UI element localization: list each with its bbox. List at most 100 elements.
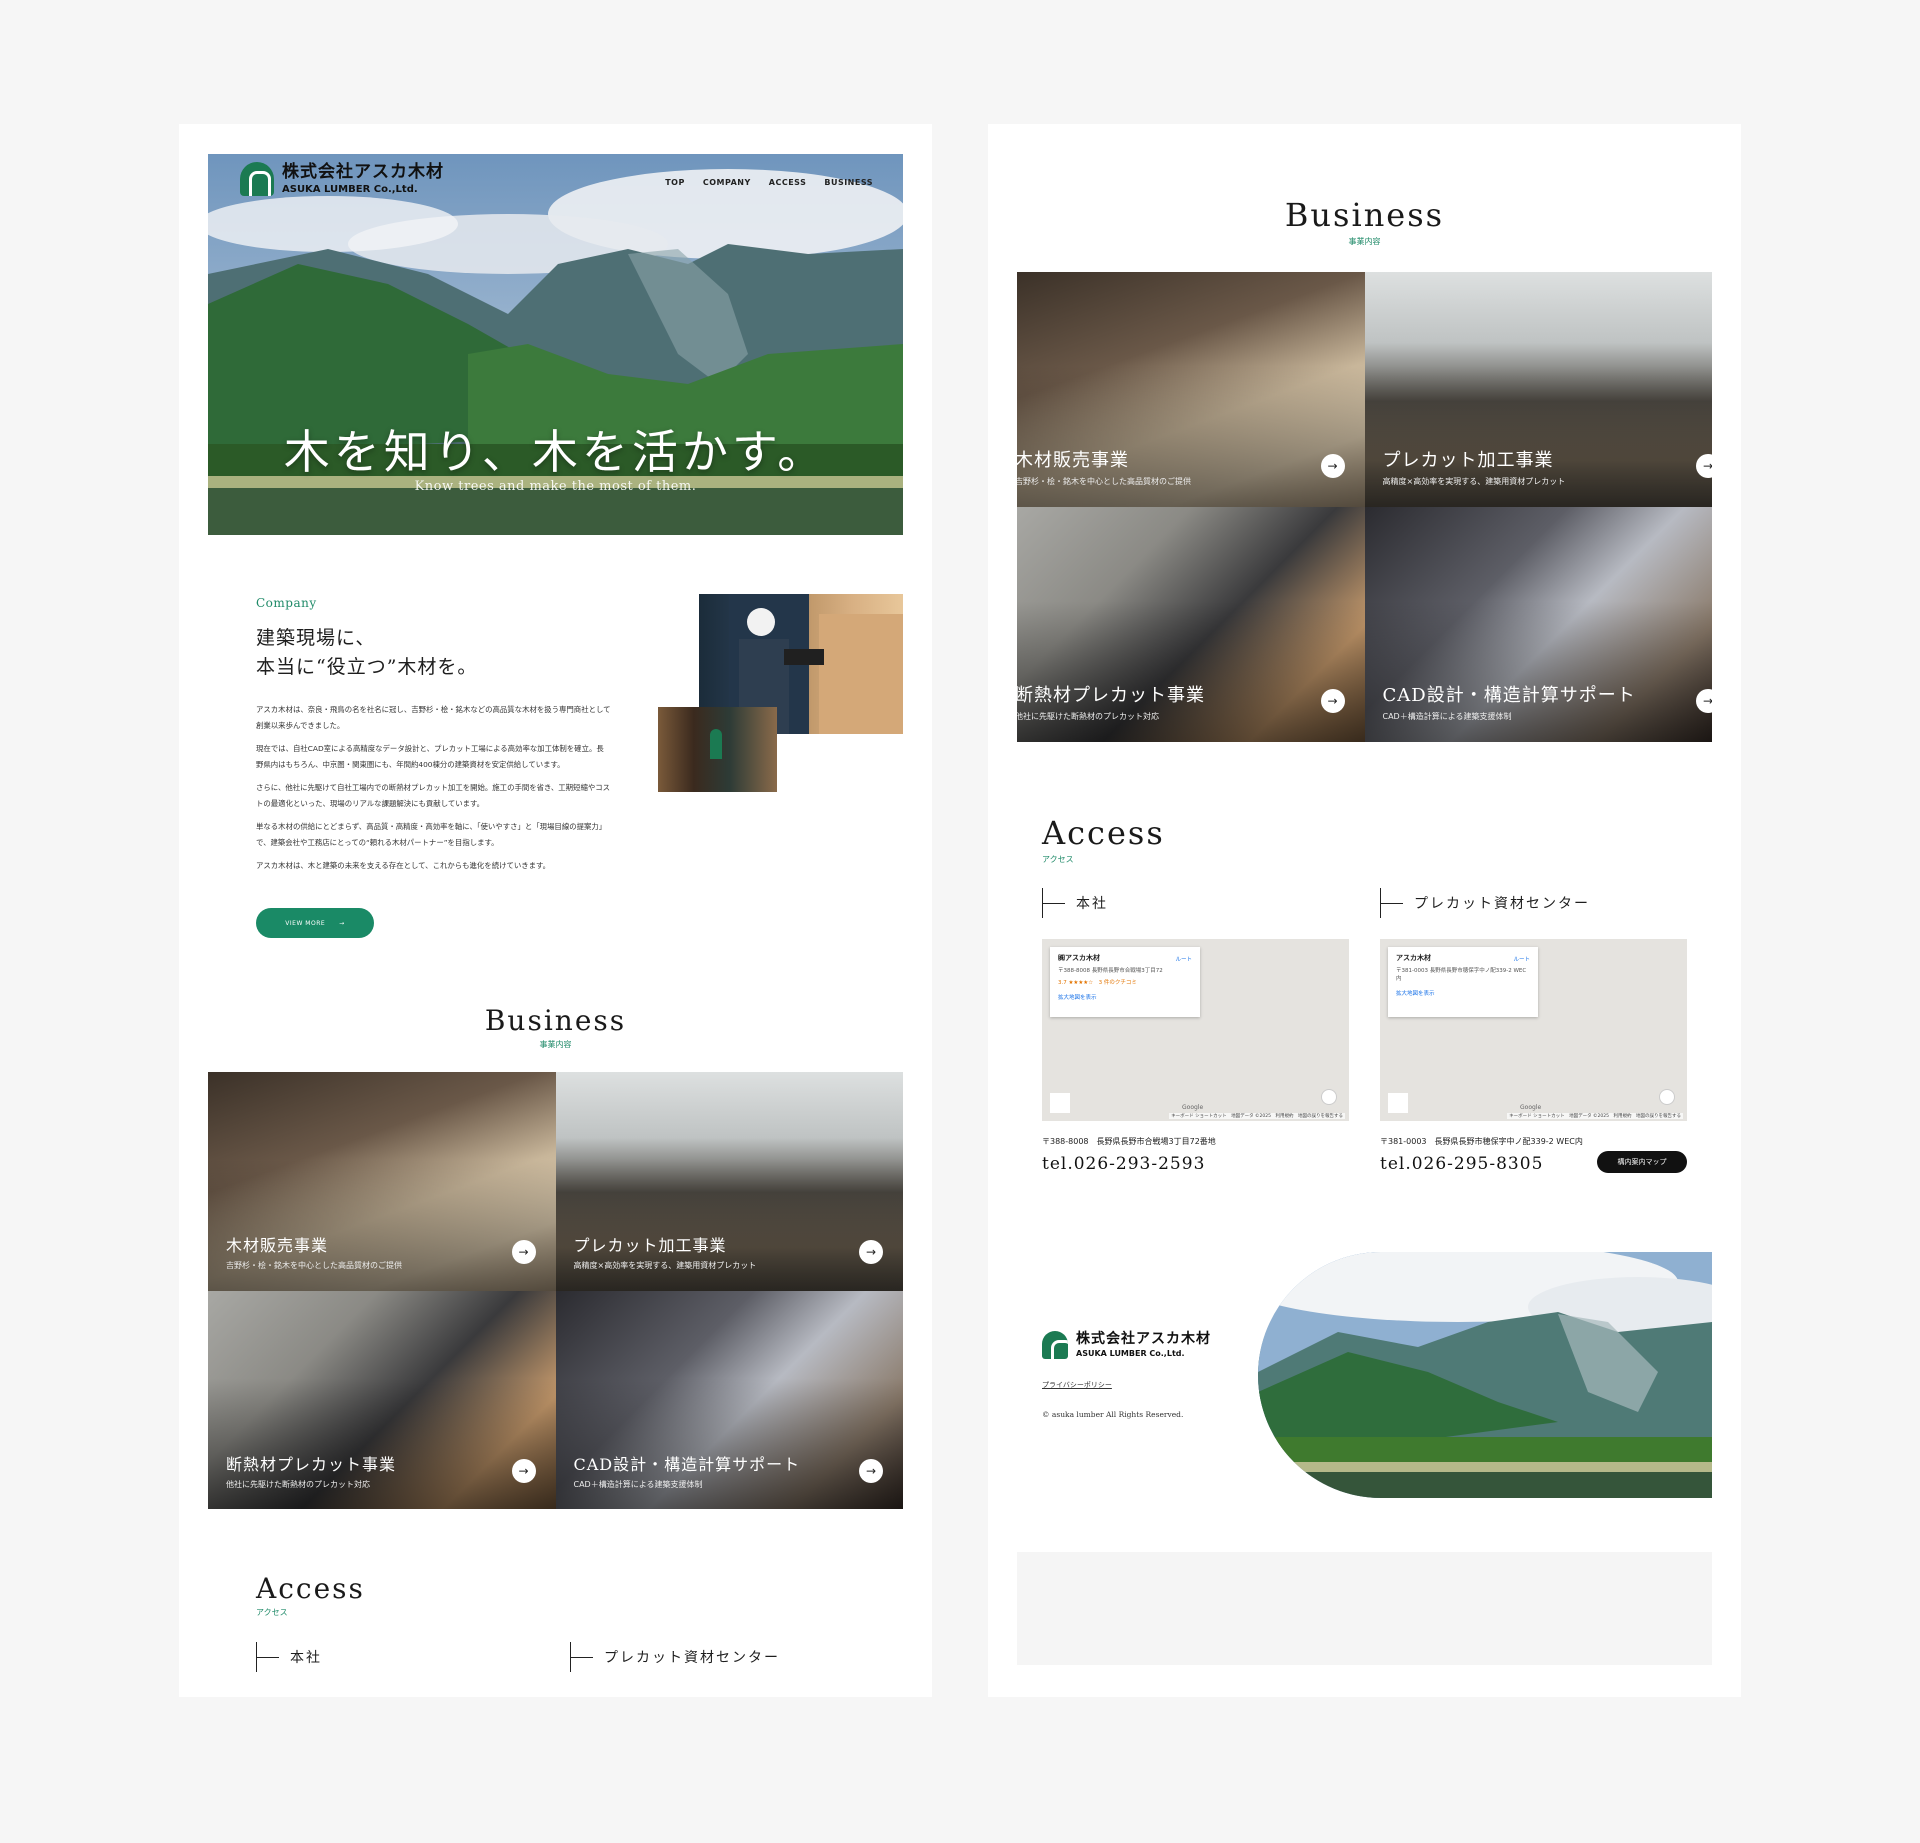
map-precut-center[interactable]: アスカ木材 〒381-0003 長野県長野市穂保字中ノ配339-2 WEC内 拡… — [1380, 939, 1687, 1121]
business-subtitle: 事業内容 — [1348, 237, 1381, 246]
tile-desc: CAD＋構造計算による建築支援体制 — [573, 1479, 703, 1489]
map-place-rating: 3.7 ★★★★☆ 3 件のクチコミ — [1058, 980, 1137, 986]
nav-item-business[interactable]: BUSINESS — [824, 178, 873, 187]
arrow-right-icon[interactable]: → — [1320, 689, 1345, 713]
branch-name: プレカット資材センター — [604, 1650, 780, 1666]
arrow-right-icon[interactable]: → — [1320, 454, 1345, 478]
company-body: アスカ木材は、奈良・飛鳥の名を社名に冠し、吉野杉・桧・銘木などの高品質な木材を扱… — [256, 702, 611, 881]
tile-title: CAD設計・構造計算サポート — [573, 1454, 801, 1474]
tile-title: 木材販売事業 — [226, 1236, 329, 1255]
branch-bracket-icon — [570, 1642, 594, 1672]
company-paragraph: さらに、他社に先駆けて自社工場内での断熱材プレカット加工を開始。施工の手間を省き… — [256, 783, 611, 808]
company-label: Company — [256, 596, 317, 610]
company-paragraph: アスカ木材は、奈良・飛鳥の名を社名に冠し、吉野杉・桧・銘木などの高品質な木材を扱… — [256, 705, 611, 730]
map-route-link[interactable]: ルート — [1513, 955, 1530, 963]
precut-center-tel[interactable]: tel.026-295-8305 — [1380, 1154, 1543, 1174]
hero-section: 株式会社アスカ木材 ASUKA LUMBER Co.,Ltd. TOP COMP… — [208, 154, 903, 535]
hero-title: 木を知り、木を活かす。 — [283, 425, 828, 479]
tile-title: 断熱材プレカット事業 — [226, 1454, 397, 1474]
business-tile-insulation[interactable]: 断熱材プレカット事業 他社に先駆けた断熱材のプレカット対応 → — [208, 1290, 556, 1509]
map-info-card: ㈱アスカ木材 〒388-8008 長野県長野市合戦場3丁目72 3.7 ★★★★… — [1050, 947, 1200, 1017]
map-google-logo: Google — [1520, 1104, 1542, 1111]
head-office-tel[interactable]: tel.026-293-2593 — [1042, 1154, 1205, 1174]
map-info-card: アスカ木材 〒381-0003 長野県長野市穂保字中ノ配339-2 WEC内 拡… — [1388, 947, 1538, 1017]
map-route-link[interactable]: ルート — [1175, 955, 1192, 963]
branch-bracket-icon — [256, 1642, 280, 1672]
map-attribution: キーボード ショートカット 地図データ ©2025 利用規約 地図の誤りを報告す… — [1507, 1113, 1683, 1119]
business-title: Business — [484, 1004, 627, 1037]
business-title-block: Business 事業内容 — [988, 196, 1741, 247]
logo-name-jp: 株式会社アスカ木材 — [282, 161, 444, 182]
tile-title: プレカット加工事業 — [573, 1236, 727, 1255]
view-more-button[interactable]: VIEW MORE → — [256, 908, 374, 938]
business-tile-lumber[interactable]: 木材販売事業 吉野杉・桧・銘木を中心とした高品質材のご提供 → — [208, 1072, 556, 1291]
footer-logo[interactable]: 株式会社アスカ木材 ASUKA LUMBER Co.,Ltd. — [1042, 1331, 1211, 1359]
tile-desc: 他社に先駆けた断熱材のプレカット対応 — [226, 1479, 370, 1489]
map-camera-control-icon[interactable] — [1659, 1089, 1675, 1105]
business-tile-cad[interactable]: CAD設計・構造計算サポート CAD＋構造計算による建築支援体制 → — [1364, 507, 1712, 742]
business-subtitle: 事業内容 — [539, 1040, 572, 1049]
branch-name: プレカット資材センター — [1414, 896, 1590, 912]
map-fullscreen-button[interactable] — [1050, 1093, 1070, 1113]
map-google-logo: Google — [1182, 1104, 1204, 1111]
branch-bracket-icon — [1380, 888, 1404, 918]
access-subtitle: アクセス — [1042, 855, 1074, 864]
map-attribution: キーボード ショートカット 地図データ ©2025 利用規約 地図の誤りを報告す… — [1169, 1113, 1345, 1119]
branch-name: 本社 — [1076, 896, 1108, 912]
company-paragraph: 単なる木材の供給にとどまらず、高品質・高精度・高効率を軸に、「使いやすさ」と「現… — [256, 822, 607, 847]
logo-mark-icon — [1042, 1331, 1068, 1359]
business-grid: 木材販売事業 吉野杉・桧・銘木を中心とした高品質材のご提供 → プレカット加工事… — [1017, 272, 1712, 742]
logo-mark-icon — [240, 162, 274, 196]
site-guide-map-button[interactable]: 構内案内マップ — [1597, 1151, 1687, 1173]
access-branch-head-office: 本社 — [256, 1642, 322, 1672]
logo-name-en: ASUKA LUMBER Co.,Ltd. — [1076, 1349, 1185, 1358]
tile-desc: CAD＋構造計算による建築支援体制 — [1382, 712, 1512, 721]
tile-desc: 高精度×高効率を実現する、建築用資材プレカット — [573, 1261, 757, 1270]
company-paragraph: アスカ木材は、木と建築の未来を支える存在として、これからも進化を続けていきます。 — [256, 861, 551, 870]
access-branch-precut-center: プレカット資材センター — [1380, 888, 1590, 918]
business-tile-precut[interactable]: プレカット加工事業 高精度×高効率を実現する、建築用資材プレカット → — [555, 1072, 903, 1291]
map-fullscreen-button[interactable] — [1388, 1093, 1408, 1113]
arrow-right-icon[interactable]: → — [511, 1240, 536, 1264]
copyright: © asuka lumber All Rights Reserved. — [1042, 1410, 1184, 1419]
map-place-address: 〒381-0003 長野県長野市穂保字中ノ配339-2 WEC内 — [1396, 968, 1527, 982]
company-heading-line2: 本当に“役立つ”木材を。 — [256, 656, 478, 678]
precut-center-address: 〒381-0003 長野県長野市穂保字中ノ配339-2 WEC内 — [1380, 1137, 1583, 1146]
logo-name-jp: 株式会社アスカ木材 — [1076, 1331, 1211, 1347]
company-door-photo — [658, 707, 777, 792]
tile-desc: 吉野杉・桧・銘木を中心とした高品質材のご提供 — [1017, 477, 1191, 486]
map-enlarge-link[interactable]: 拡大地図を表示 — [1396, 989, 1530, 997]
company-heading: 建築現場に、 本当に“役立つ”木材を。 — [256, 624, 477, 682]
map-enlarge-link[interactable]: 拡大地図を表示 — [1058, 993, 1192, 1001]
map-camera-control-icon[interactable] — [1321, 1089, 1337, 1105]
business-grid: 木材販売事業 吉野杉・桧・銘木を中心とした高品質材のご提供 → プレカット加工事… — [208, 1072, 903, 1509]
arrow-right-icon[interactable]: → — [859, 1458, 883, 1483]
arrow-right-icon[interactable]: → — [511, 1458, 536, 1483]
access-title: Access — [256, 1572, 365, 1605]
company-heading-line1: 建築現場に、 — [256, 627, 376, 649]
nav-item-access[interactable]: ACCESS — [769, 178, 807, 187]
global-nav: TOP COMPANY ACCESS BUSINESS — [665, 178, 873, 187]
footer-mountain-image — [1258, 1252, 1712, 1498]
map-place-name: ㈱アスカ木材 — [1058, 954, 1100, 962]
map-head-office[interactable]: ㈱アスカ木材 〒388-8008 長野県長野市合戦場3丁目72 3.7 ★★★★… — [1042, 939, 1349, 1121]
arrow-right-icon[interactable]: → — [859, 1240, 883, 1264]
business-title-block: Business 事業内容 — [179, 1004, 932, 1050]
branch-name: 本社 — [290, 1650, 322, 1666]
nav-item-company[interactable]: COMPANY — [703, 178, 751, 187]
tile-desc: 吉野杉・桧・銘木を中心とした高品質材のご提供 — [226, 1261, 402, 1270]
header-logo[interactable]: 株式会社アスカ木材 ASUKA LUMBER Co.,Ltd. — [240, 162, 444, 196]
nav-item-top[interactable]: TOP — [665, 178, 685, 187]
branch-bracket-icon — [1042, 888, 1066, 918]
business-tile-cad[interactable]: CAD設計・構造計算サポート CAD＋構造計算による建築支援体制 → — [555, 1290, 903, 1509]
business-tile-lumber[interactable]: 木材販売事業 吉野杉・桧・銘木を中心とした高品質材のご提供 → — [1017, 272, 1365, 507]
tile-title: 断熱材プレカット事業 — [1017, 685, 1205, 706]
access-title: Access — [1042, 814, 1165, 852]
business-tile-precut[interactable]: プレカット加工事業 高精度×高効率を実現する、建築用資材プレカット → — [1364, 272, 1712, 507]
privacy-policy-link[interactable]: プライバシーポリシー — [1042, 1380, 1112, 1390]
business-tile-insulation[interactable]: 断熱材プレカット事業 他社に先駆けた断熱材のプレカット対応 → — [1017, 507, 1365, 742]
tile-title: 木材販売事業 — [1017, 450, 1129, 471]
company-paragraph: 現在では、自社CAD室による高精度なデータ設計と、プレカット工場による高効率な加… — [256, 744, 604, 769]
tile-title: CAD設計・構造計算サポート — [1382, 685, 1636, 706]
tile-desc: 高精度×高効率を実現する、建築用資材プレカット — [1382, 477, 1566, 486]
